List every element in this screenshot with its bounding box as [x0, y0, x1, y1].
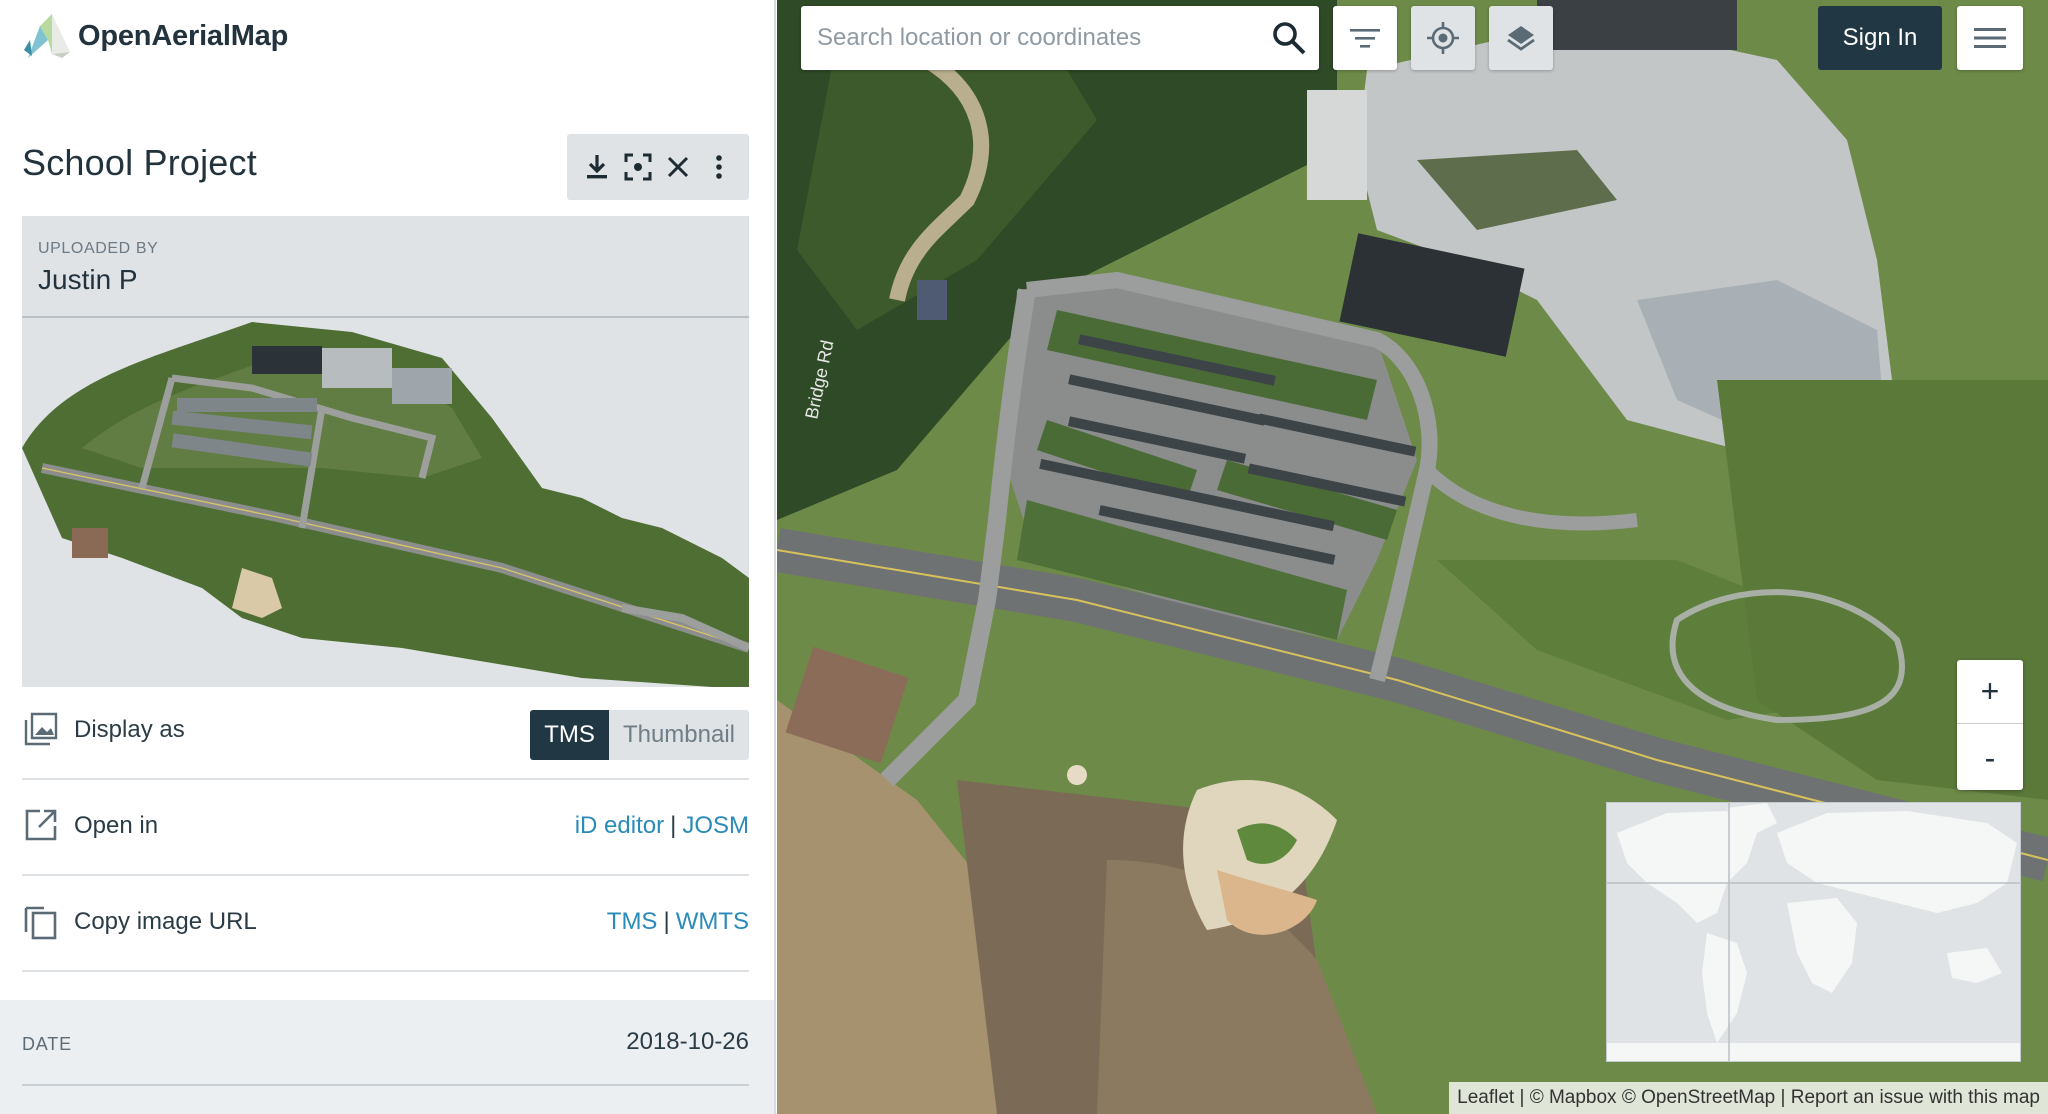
zoom-out-button[interactable]: -: [1957, 726, 2023, 790]
search-input[interactable]: [817, 6, 1257, 70]
close-icon: [668, 156, 689, 178]
report-issue-link[interactable]: Report an issue with this map: [1791, 1087, 2040, 1108]
brand[interactable]: OpenAerialMap: [22, 10, 288, 62]
zoom-in-button[interactable]: +: [1957, 660, 2023, 724]
date-label: DATE: [22, 1034, 72, 1054]
sidebar: OpenAerialMap School Project UPLOADED BY…: [0, 0, 776, 1114]
brand-name: OpenAerialMap: [78, 19, 289, 52]
uploaded-by-label: UPLOADED BY: [38, 240, 159, 257]
date-value: 2018-10-26: [626, 1028, 749, 1055]
display-thumbnail-option[interactable]: Thumbnail: [608, 710, 749, 760]
map-attribution: Leaflet | © Mapbox © OpenStreetMap | Rep…: [1449, 1082, 2048, 1114]
filter-button[interactable]: [1333, 6, 1397, 70]
metadata-section: DATE 2018-10-26: [0, 1000, 774, 1114]
osm-link[interactable]: © OpenStreetMap: [1622, 1087, 1775, 1108]
scene-header: School Project: [22, 134, 749, 200]
open-in-links: iD editor | JOSM: [575, 812, 749, 840]
scene-toolbar: [567, 134, 749, 200]
filter-icon: [1350, 29, 1380, 48]
display-as-label: Display as: [74, 716, 185, 743]
zoom-to-image-button[interactable]: [621, 150, 655, 184]
copy-wmts-link[interactable]: WMTS: [676, 908, 749, 935]
imagery-thumbnail: [22, 322, 749, 687]
download-button[interactable]: [580, 150, 614, 184]
more-options-button[interactable]: [702, 150, 736, 184]
mapbox-link[interactable]: © Mapbox: [1530, 1087, 1617, 1108]
separator: |: [1780, 1087, 1786, 1108]
focus-icon: [624, 153, 652, 181]
open-in-id-editor-link[interactable]: iD editor: [575, 812, 664, 839]
separator: |: [663, 908, 670, 935]
display-tms-option[interactable]: TMS: [530, 710, 609, 760]
layers-icon: [1507, 26, 1535, 51]
layers-button[interactable]: [1489, 6, 1553, 70]
external-link-icon: [25, 809, 57, 841]
more-vertical-icon: [715, 155, 722, 179]
leaflet-link[interactable]: Leaflet: [1457, 1087, 1514, 1108]
zoom-control: + -: [1957, 660, 2023, 790]
crosshair-icon: [1427, 22, 1459, 54]
date-row: DATE 2018-10-26: [22, 1000, 749, 1086]
scene-title: School Project: [22, 142, 257, 183]
close-button[interactable]: [661, 150, 695, 184]
world-map: [1607, 803, 2020, 1061]
scene-card: UPLOADED BY Justin P: [22, 216, 749, 687]
copy-tms-link[interactable]: TMS: [607, 908, 658, 935]
sign-in-button[interactable]: Sign In: [1818, 6, 1942, 70]
separator: |: [1519, 1087, 1525, 1108]
oam-logo-icon: [24, 14, 70, 58]
download-icon: [587, 155, 608, 179]
menu-button[interactable]: [1957, 6, 2023, 70]
copy-url-links: TMS | WMTS: [607, 908, 749, 936]
open-in-josm-link[interactable]: JOSM: [682, 812, 749, 839]
copy-icon: [24, 906, 57, 940]
display-as-toggle: TMS Thumbnail: [530, 710, 749, 760]
map-view[interactable]: Bridge Rd Sign In: [777, 0, 2048, 1114]
copy-url-label: Copy image URL: [74, 908, 257, 935]
open-in-label: Open in: [74, 812, 159, 839]
separator: |: [670, 812, 677, 839]
uploader-name: Justin P: [38, 264, 138, 295]
copy-url-row: Copy image URL TMS | WMTS: [22, 878, 749, 972]
locate-button[interactable]: [1411, 6, 1475, 70]
display-as-row: Display as TMS Thumbnail: [22, 686, 749, 780]
open-in-row: Open in iD editor | JOSM: [22, 782, 749, 876]
minimap[interactable]: [1606, 802, 2021, 1062]
image-icon: [24, 712, 58, 746]
search-box: [801, 6, 1319, 70]
hamburger-icon: [1974, 28, 2006, 48]
search-icon[interactable]: [1271, 20, 1307, 56]
